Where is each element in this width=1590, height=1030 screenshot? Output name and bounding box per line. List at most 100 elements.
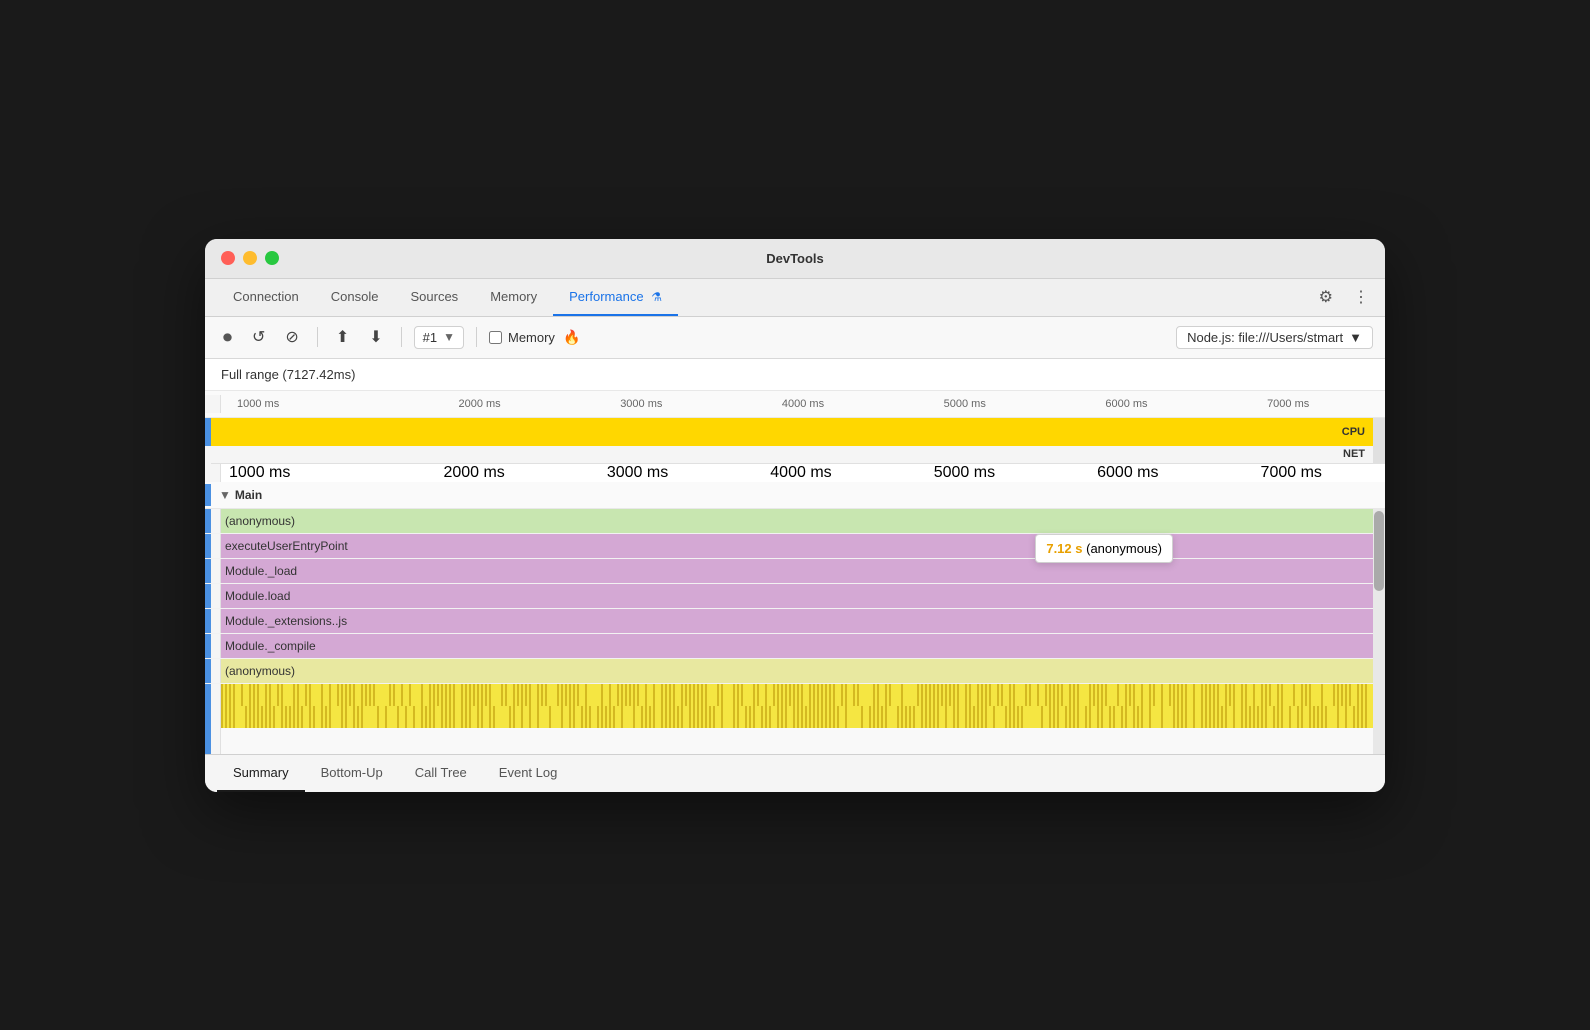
content-area: Full range (7127.42ms) 1000 ms 2000 ms 3… <box>205 359 1385 754</box>
node-selector[interactable]: Node.js: file:///Users/stmart ▼ <box>1176 326 1373 349</box>
flame-row-module-load2: Module.load <box>205 584 1385 609</box>
row-label: Module._compile <box>221 634 316 658</box>
ruler2-label-4: 4000 ms <box>719 464 882 482</box>
node-dropdown-icon: ▼ <box>1349 330 1362 345</box>
tab-performance[interactable]: Performance ⚗ <box>553 279 678 316</box>
ruler2-label-5: 5000 ms <box>883 464 1046 482</box>
scrollbar[interactable] <box>1373 509 1385 754</box>
main-section-content: ▼ Main <box>211 486 1373 504</box>
empty-content <box>221 728 1373 754</box>
ruler-label-4: 4000 ms <box>722 398 884 410</box>
row-spacer <box>211 559 221 583</box>
row-label: Module._load <box>221 559 297 583</box>
mini-bars-svg <box>221 684 1373 706</box>
upload-button[interactable]: ⬆ <box>330 323 355 351</box>
ruler2-label-1: 1000 ms <box>229 464 392 482</box>
session-label: #1 <box>423 330 437 345</box>
tab-connection[interactable]: Connection <box>217 279 315 316</box>
ruler2-label-2: 2000 ms <box>392 464 555 482</box>
download-button[interactable]: ⬇ <box>363 323 388 351</box>
titlebar: DevTools <box>205 239 1385 279</box>
mini-spacer2 <box>211 706 221 728</box>
cpu-bar: CPU <box>211 418 1373 446</box>
row-spacer <box>211 584 221 608</box>
tab-memory[interactable]: Memory <box>474 279 553 316</box>
row-content: Module._load <box>221 559 1373 583</box>
row-content: Module._compile <box>221 634 1373 658</box>
minimize-button[interactable] <box>243 251 257 265</box>
separator1 <box>317 327 318 347</box>
clear-button[interactable]: ⊘ <box>279 323 304 351</box>
ruler-label-1: 1000 ms <box>237 398 399 410</box>
ruler-label-3: 3000 ms <box>560 398 722 410</box>
tab-sources[interactable]: Sources <box>394 279 474 316</box>
row-label: Module._extensions..js <box>221 609 347 633</box>
settings-button[interactable]: ⚙ <box>1315 283 1337 311</box>
close-button[interactable] <box>221 251 235 265</box>
row-label: Module.load <box>221 584 290 608</box>
cpu-bar-row: CPU <box>205 418 1385 446</box>
main-arrow: ▼ <box>219 488 231 502</box>
mini-bars-content2 <box>221 706 1373 728</box>
row-content: Module.load <box>221 584 1373 608</box>
ruler2-spacer <box>211 464 221 482</box>
mini-bars-svg2 <box>221 706 1373 728</box>
row-content: (anonymous) <box>221 509 1373 533</box>
row-label: executeUserEntryPoint <box>221 534 348 558</box>
traffic-lights <box>221 251 279 265</box>
row-label: (anonymous) <box>221 509 295 533</box>
ruler2-label-6: 6000 ms <box>1046 464 1209 482</box>
bottom-tabs: Summary Bottom-Up Call Tree Event Log <box>205 754 1385 792</box>
row-spacer <box>211 634 221 658</box>
main-label: Main <box>235 488 262 502</box>
range-header: Full range (7127.42ms) <box>205 359 1385 391</box>
reload-button[interactable]: ↺ <box>246 323 271 351</box>
row-content: executeUserEntryPoint 7.12 s (anonymous) <box>221 534 1373 558</box>
flame-icon: 🔥 <box>563 329 580 346</box>
flame-row-anonymous2: (anonymous) <box>205 659 1385 684</box>
scrollbar-thumb[interactable] <box>1374 511 1384 591</box>
tab-summary[interactable]: Summary <box>217 755 305 792</box>
separator3 <box>476 327 477 347</box>
tooltip: 7.12 s (anonymous) <box>1035 534 1173 563</box>
tab-bottom-up[interactable]: Bottom-Up <box>305 755 399 792</box>
ruler-label-5: 5000 ms <box>884 398 1046 410</box>
tab-event-log[interactable]: Event Log <box>483 755 574 792</box>
ruler2-label-7: 7000 ms <box>1210 464 1373 482</box>
flame-row-anonymous1: (anonymous) <box>205 509 1385 534</box>
flame-row-module-load: Module._load <box>205 559 1385 584</box>
row-content: Module._extensions..js <box>221 609 1373 633</box>
tooltip-time: 7.12 s <box>1046 541 1082 556</box>
memory-checkbox[interactable] <box>489 331 502 344</box>
row-spacer <box>211 534 221 558</box>
net-bar: NET <box>211 446 1373 464</box>
flame-row-module-compile: Module._compile <box>205 634 1385 659</box>
scrollbar-right-cpu <box>1373 418 1385 446</box>
record-button[interactable]: ⏺ <box>217 323 238 352</box>
session-selector[interactable]: #1 ▼ <box>414 326 464 349</box>
tab-console[interactable]: Console <box>315 279 395 316</box>
empty-spacer <box>211 728 221 754</box>
timeline-ruler-top: 1000 ms 2000 ms 3000 ms 4000 ms 5000 ms … <box>205 391 1385 418</box>
flame-row-execute: executeUserEntryPoint 7.12 s (anonymous) <box>205 534 1385 559</box>
empty-row <box>205 728 1385 754</box>
main-section-header: ▼ Main <box>205 482 1385 509</box>
ruler2-labels: 1000 ms 2000 ms 3000 ms 4000 ms 5000 ms … <box>221 464 1373 482</box>
row-spacer <box>211 609 221 633</box>
ruler-label-2: 2000 ms <box>399 398 561 410</box>
mini-bars-row1 <box>205 684 1385 706</box>
row-spacer <box>211 509 221 533</box>
more-button[interactable]: ⋮ <box>1349 283 1373 311</box>
toolbar: ⏺ ↺ ⊘ ⬆ ⬇ #1 ▼ Memory 🔥 Node.js: file://… <box>205 317 1385 359</box>
memory-checkbox-label[interactable]: Memory <box>489 330 555 345</box>
tab-call-tree[interactable]: Call Tree <box>399 755 483 792</box>
mini-spacer <box>211 684 221 706</box>
separator2 <box>401 327 402 347</box>
ruler-label-6: 6000 ms <box>1046 398 1208 410</box>
ruler2-right <box>1373 464 1385 482</box>
maximize-button[interactable] <box>265 251 279 265</box>
tooltip-func: (anonymous) <box>1086 541 1162 556</box>
ruler-label-7: 7000 ms <box>1207 398 1369 410</box>
net-label: NET <box>1343 448 1365 460</box>
row-content: (anonymous) <box>221 659 1373 683</box>
